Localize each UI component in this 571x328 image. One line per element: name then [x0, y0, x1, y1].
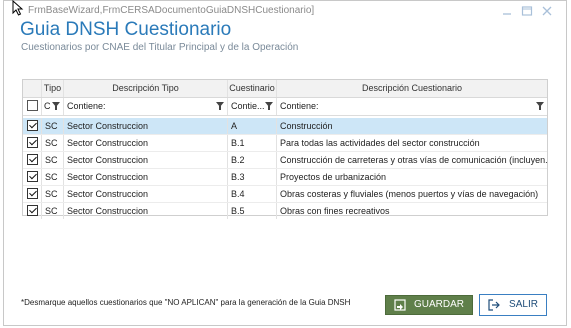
table-row[interactable]: SC Sector Construccion B.3 Proyectos de …	[23, 169, 547, 186]
cell-descripcion-cuestionario: Construcción de carreteras y otras vías …	[280, 155, 547, 165]
cell-tipo: SC	[42, 203, 64, 219]
row-checkbox[interactable]	[27, 154, 38, 165]
cell-descripcion-cuestionario: Obras con fines recreativos	[280, 206, 390, 216]
filter-descripcion-cuestionario-label: Contiene:	[280, 101, 319, 111]
exit-button-label: SALIR	[509, 299, 538, 310]
table-row[interactable]: SC Sector Construccion B.4 Obras costera…	[23, 186, 547, 203]
window-caption: FrmBaseWizard,FrmCERSADocumentoGuiaDNSHC…	[28, 5, 315, 16]
table-row[interactable]: SC Sector Construccion B.1 Para todas la…	[23, 135, 547, 152]
cell-tipo: SC	[42, 186, 64, 202]
header-descripcion-tipo[interactable]: Descripción Tipo	[64, 80, 228, 97]
cell-descripcion-tipo: Sector Construccion	[64, 135, 228, 151]
filter-descripcion-tipo[interactable]: Contiene:	[64, 98, 228, 115]
select-all-checkbox[interactable]	[27, 100, 38, 111]
cell-tipo: SC	[42, 118, 64, 134]
filter-cuestionario-label: Contie...	[231, 101, 265, 111]
dialog-window: FrmBaseWizard,FrmCERSADocumentoGuiaDNSHC…	[3, 0, 567, 326]
cell-cuestionario: B.5	[228, 203, 277, 219]
window-controls	[500, 5, 554, 19]
funnel-icon[interactable]	[265, 102, 273, 110]
row-checkbox[interactable]	[27, 188, 38, 199]
filter-check-cell	[23, 98, 42, 115]
header-descripcion-cuestionario[interactable]: Descripción Cuestionario	[277, 80, 547, 97]
mouse-cursor-icon	[12, 0, 24, 16]
cell-cuestionario: B.4	[228, 186, 277, 202]
cell-descripcion-cuestionario: Proyectos de urbanización	[280, 172, 387, 182]
cell-tipo: SC	[42, 152, 64, 168]
cell-tipo: SC	[42, 169, 64, 185]
filter-tipo-label: C	[44, 101, 51, 111]
filter-descripcion-tipo-label: Contiene:	[67, 101, 106, 111]
cell-cuestionario: B.3	[228, 169, 277, 185]
filter-descripcion-cuestionario[interactable]: Contiene:	[277, 98, 547, 115]
page-title: Guia DNSH Cuestionario	[20, 19, 232, 40]
cell-tipo: SC	[42, 135, 64, 151]
filter-tipo[interactable]: C	[42, 98, 64, 115]
cell-descripcion-tipo: Sector Construccion	[64, 152, 228, 168]
header-tipo[interactable]: Tipo	[42, 80, 64, 97]
filter-cuestionario[interactable]: Contie...	[228, 98, 277, 115]
questionnaire-grid: Tipo Descripción Tipo Cuestinario Descri…	[22, 79, 548, 219]
funnel-icon[interactable]	[216, 102, 224, 110]
header-cuestionario[interactable]: Cuestinario	[228, 80, 277, 97]
save-button-label: GUARDAR	[413, 299, 464, 310]
funnel-icon[interactable]	[536, 102, 544, 110]
cell-cuestionario: B.2	[228, 152, 277, 168]
cell-descripcion-tipo: Sector Construccion	[64, 186, 228, 202]
footer-note: *Desmarque aquellos cuestionarios que "N…	[21, 298, 351, 307]
row-checkbox[interactable]	[27, 137, 38, 148]
minimize-icon[interactable]	[500, 5, 514, 19]
exit-button[interactable]: SALIR	[479, 294, 547, 316]
row-checkbox[interactable]	[27, 120, 38, 131]
cell-descripcion-tipo: Sector Construccion	[64, 118, 228, 134]
cell-descripcion-cuestionario: Obras costeras y fluviales (menos puerto…	[280, 189, 539, 199]
table-row[interactable]: SC Sector Construccion A Construcción	[23, 118, 547, 135]
save-icon	[394, 299, 406, 311]
page-subtitle: Cuestionarios por CNAE del Titular Princ…	[21, 42, 299, 53]
cell-descripcion-tipo: Sector Construccion	[64, 203, 228, 219]
save-button[interactable]: GUARDAR	[385, 295, 473, 315]
cell-descripcion-tipo: Sector Construccion	[64, 169, 228, 185]
funnel-icon[interactable]	[52, 102, 60, 110]
row-checkbox[interactable]	[27, 171, 38, 182]
cell-cuestionario: A	[228, 118, 277, 134]
cell-cuestionario: B.1	[228, 135, 277, 151]
table-row[interactable]: SC Sector Construccion B.2 Construcción …	[23, 152, 547, 169]
exit-icon	[488, 299, 500, 311]
maximize-icon[interactable]	[520, 5, 534, 19]
table-row[interactable]: SC Sector Construccion B.5 Obras con fin…	[23, 203, 547, 219]
cell-descripcion-cuestionario: Para todas las actividades del sector co…	[280, 138, 480, 148]
header-check-column	[23, 80, 42, 97]
close-icon[interactable]	[540, 5, 554, 19]
grid-header-row: Tipo Descripción Tipo Cuestinario Descri…	[23, 80, 547, 98]
grid-filter-row: C Contiene: Contie... Contiene:	[23, 98, 547, 116]
row-checkbox[interactable]	[27, 205, 38, 216]
cell-descripcion-cuestionario: Construcción	[280, 121, 333, 131]
